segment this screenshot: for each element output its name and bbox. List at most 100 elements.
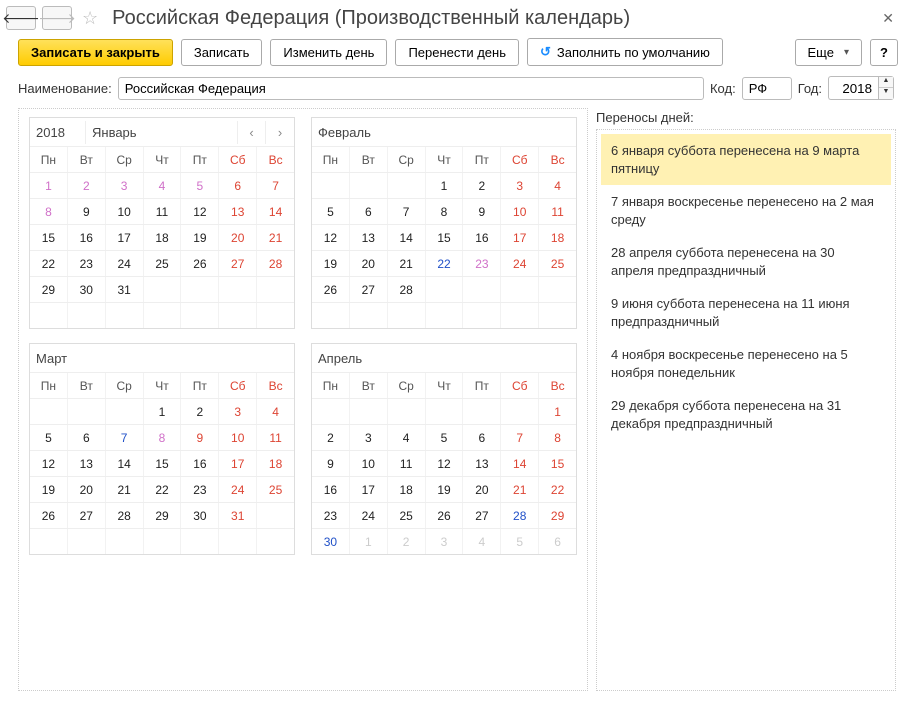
day-cell[interactable]: 31 bbox=[106, 277, 144, 302]
day-cell[interactable]: 1 bbox=[426, 173, 464, 198]
day-cell[interactable]: 16 bbox=[312, 477, 350, 502]
day-cell[interactable]: 7 bbox=[257, 173, 294, 198]
day-cell[interactable]: 2 bbox=[68, 173, 106, 198]
day-cell[interactable]: 11 bbox=[388, 451, 426, 476]
day-cell[interactable]: 13 bbox=[68, 451, 106, 476]
day-cell[interactable]: 30 bbox=[312, 529, 350, 554]
day-cell[interactable]: 22 bbox=[426, 251, 464, 276]
day-cell[interactable]: 1 bbox=[539, 399, 576, 424]
day-cell[interactable]: 9 bbox=[181, 425, 219, 450]
day-cell[interactable]: 11 bbox=[144, 199, 182, 224]
star-icon[interactable]: ☆ bbox=[82, 8, 98, 29]
day-cell[interactable]: 17 bbox=[219, 451, 257, 476]
day-cell[interactable]: 24 bbox=[106, 251, 144, 276]
day-cell[interactable]: 28 bbox=[106, 503, 144, 528]
day-cell[interactable]: 27 bbox=[350, 277, 388, 302]
day-cell[interactable]: 17 bbox=[350, 477, 388, 502]
day-cell[interactable]: 6 bbox=[219, 173, 257, 198]
year-cell[interactable]: 2018 bbox=[30, 121, 86, 144]
day-cell[interactable]: 20 bbox=[68, 477, 106, 502]
day-cell[interactable]: 5 bbox=[426, 425, 464, 450]
day-cell[interactable]: 4 bbox=[539, 173, 576, 198]
day-cell[interactable]: 17 bbox=[501, 225, 539, 250]
save-button[interactable]: Записать bbox=[181, 39, 263, 66]
code-input[interactable] bbox=[742, 77, 792, 100]
day-cell[interactable]: 12 bbox=[30, 451, 68, 476]
day-cell[interactable]: 8 bbox=[30, 199, 68, 224]
day-cell[interactable]: 19 bbox=[30, 477, 68, 502]
change-day-button[interactable]: Изменить день bbox=[270, 39, 387, 66]
day-cell[interactable]: 7 bbox=[388, 199, 426, 224]
day-cell[interactable]: 16 bbox=[68, 225, 106, 250]
day-cell[interactable]: 11 bbox=[539, 199, 576, 224]
day-cell[interactable]: 5 bbox=[30, 425, 68, 450]
day-cell[interactable]: 16 bbox=[181, 451, 219, 476]
day-cell[interactable]: 25 bbox=[388, 503, 426, 528]
day-cell[interactable]: 30 bbox=[68, 277, 106, 302]
day-cell[interactable]: 26 bbox=[30, 503, 68, 528]
year-up-icon[interactable]: ▲ bbox=[879, 77, 893, 88]
day-cell[interactable]: 4 bbox=[388, 425, 426, 450]
day-cell[interactable]: 4 bbox=[463, 529, 501, 554]
day-cell[interactable]: 9 bbox=[312, 451, 350, 476]
day-cell[interactable]: 13 bbox=[219, 199, 257, 224]
day-cell[interactable]: 12 bbox=[181, 199, 219, 224]
day-cell[interactable]: 26 bbox=[312, 277, 350, 302]
day-cell[interactable]: 27 bbox=[68, 503, 106, 528]
day-cell[interactable]: 21 bbox=[388, 251, 426, 276]
day-cell[interactable]: 4 bbox=[144, 173, 182, 198]
day-cell[interactable]: 2 bbox=[181, 399, 219, 424]
day-cell[interactable]: 15 bbox=[539, 451, 576, 476]
day-cell[interactable]: 17 bbox=[106, 225, 144, 250]
day-cell[interactable]: 18 bbox=[539, 225, 576, 250]
fill-default-button[interactable]: ↺ Заполнить по умолчанию bbox=[527, 38, 723, 66]
prev-month-icon[interactable]: ‹ bbox=[238, 121, 266, 144]
day-cell[interactable]: 24 bbox=[350, 503, 388, 528]
day-cell[interactable]: 31 bbox=[219, 503, 257, 528]
day-cell[interactable]: 5 bbox=[181, 173, 219, 198]
day-cell[interactable]: 23 bbox=[312, 503, 350, 528]
day-cell[interactable]: 7 bbox=[501, 425, 539, 450]
year-input[interactable] bbox=[828, 76, 878, 100]
day-cell[interactable]: 12 bbox=[426, 451, 464, 476]
day-cell[interactable]: 7 bbox=[106, 425, 144, 450]
day-cell[interactable]: 3 bbox=[501, 173, 539, 198]
day-cell[interactable]: 14 bbox=[501, 451, 539, 476]
day-cell[interactable]: 1 bbox=[144, 399, 182, 424]
day-cell[interactable]: 15 bbox=[30, 225, 68, 250]
day-cell[interactable]: 2 bbox=[312, 425, 350, 450]
day-cell[interactable]: 20 bbox=[219, 225, 257, 250]
day-cell[interactable]: 21 bbox=[106, 477, 144, 502]
more-button[interactable]: Еще bbox=[795, 39, 862, 66]
day-cell[interactable]: 3 bbox=[426, 529, 464, 554]
day-cell[interactable]: 1 bbox=[350, 529, 388, 554]
day-cell[interactable]: 25 bbox=[539, 251, 576, 276]
close-icon[interactable]: ✕ bbox=[878, 10, 898, 27]
day-cell[interactable]: 18 bbox=[257, 451, 294, 476]
day-cell[interactable]: 9 bbox=[68, 199, 106, 224]
help-button[interactable]: ? bbox=[870, 39, 898, 66]
day-cell[interactable]: 18 bbox=[144, 225, 182, 250]
day-cell[interactable]: 8 bbox=[426, 199, 464, 224]
day-cell[interactable]: 28 bbox=[388, 277, 426, 302]
day-cell[interactable]: 22 bbox=[144, 477, 182, 502]
day-cell[interactable]: 24 bbox=[219, 477, 257, 502]
day-cell[interactable]: 19 bbox=[426, 477, 464, 502]
day-cell[interactable]: 6 bbox=[463, 425, 501, 450]
transfer-item[interactable]: 9 июня суббота перенесена на 11 июня пре… bbox=[601, 287, 891, 338]
day-cell[interactable]: 26 bbox=[181, 251, 219, 276]
transfer-item[interactable]: 6 января суббота перенесена на 9 марта п… bbox=[601, 134, 891, 185]
name-input[interactable] bbox=[118, 77, 704, 100]
day-cell[interactable]: 5 bbox=[501, 529, 539, 554]
day-cell[interactable]: 21 bbox=[257, 225, 294, 250]
transfer-item[interactable]: 28 апреля суббота перенесена на 30 апрел… bbox=[601, 236, 891, 287]
day-cell[interactable]: 2 bbox=[463, 173, 501, 198]
day-cell[interactable]: 3 bbox=[350, 425, 388, 450]
day-cell[interactable]: 19 bbox=[181, 225, 219, 250]
day-cell[interactable]: 15 bbox=[426, 225, 464, 250]
move-day-button[interactable]: Перенести день bbox=[395, 39, 519, 66]
day-cell[interactable]: 8 bbox=[144, 425, 182, 450]
day-cell[interactable]: 10 bbox=[350, 451, 388, 476]
day-cell[interactable]: 14 bbox=[388, 225, 426, 250]
day-cell[interactable]: 29 bbox=[144, 503, 182, 528]
